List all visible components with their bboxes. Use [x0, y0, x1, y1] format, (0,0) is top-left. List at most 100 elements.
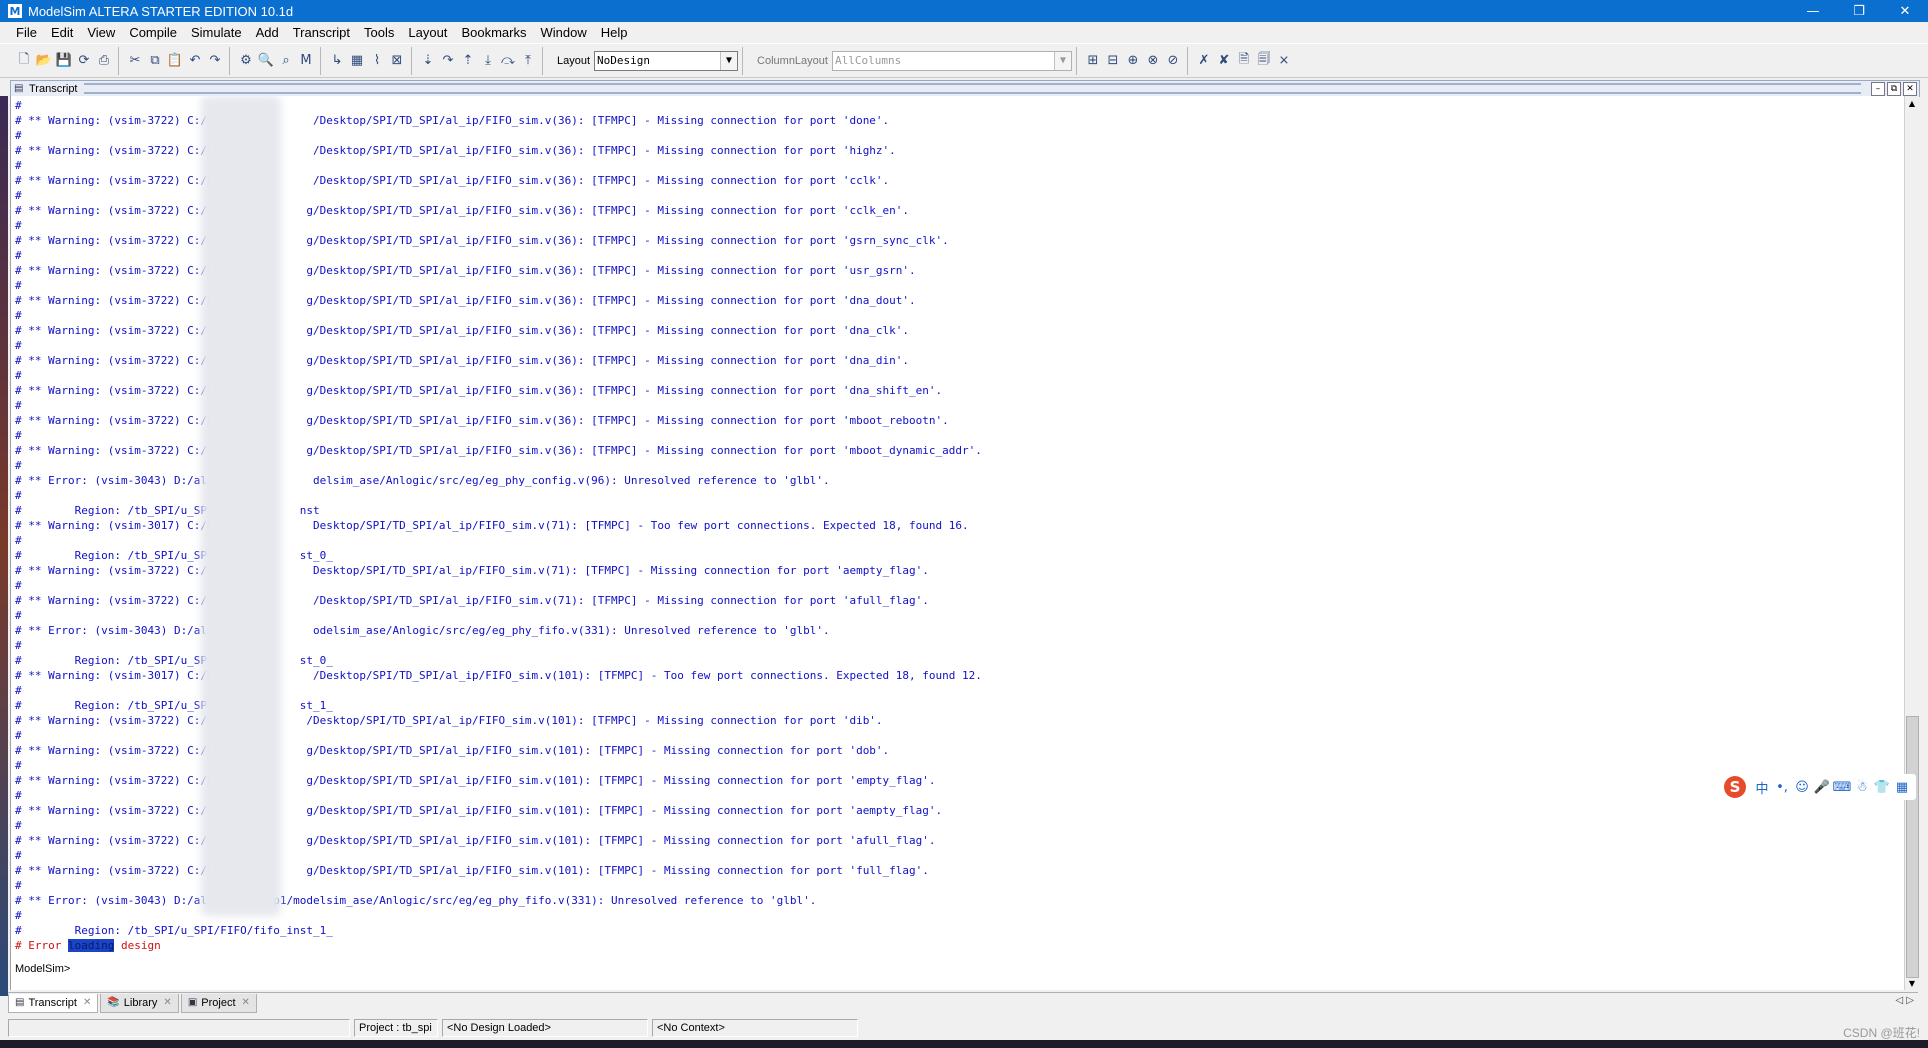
transcript-hash-line: #	[15, 534, 22, 547]
add-list-icon[interactable]: ⊟	[1103, 50, 1123, 72]
step-icon[interactable]: ↳	[327, 50, 347, 72]
tab-library[interactable]: 📚 Library ✕	[100, 993, 179, 1013]
scroll-thumb[interactable]	[1906, 716, 1919, 978]
transcript-hash-line: #	[15, 489, 22, 502]
modelsim-window: M ModelSim ALTERA STARTER EDITION 10.1d …	[0, 0, 1928, 1040]
transcript-message-line: # ** Warning: (vsim-3722) C:/Users/ g/De…	[15, 804, 943, 817]
new-file-icon[interactable]: 🗋	[14, 50, 34, 72]
selected-text[interactable]: loading	[67, 939, 115, 952]
transcript-message-line: # ** Warning: (vsim-3722) C:/Users/h g/D…	[15, 744, 890, 757]
transcript-message-line: # ** Warning: (vsim-3722) C:/Users/ /Des…	[15, 144, 896, 157]
grid-menu-icon[interactable]: ▦	[1892, 780, 1912, 795]
modelsim-app-icon: M	[8, 4, 22, 18]
clear-bookmarks-icon[interactable]: ✗	[1194, 50, 1214, 72]
panel-undock-icon[interactable]: ⧉	[1887, 81, 1901, 96]
panel-minimize-icon[interactable]: –	[1871, 81, 1885, 96]
skin-shirt-icon[interactable]: 👕	[1872, 780, 1892, 795]
step-out-alt-icon[interactable]: ⤒	[518, 50, 538, 72]
layout-label: Layout	[557, 54, 591, 67]
menu-window[interactable]: Window	[533, 25, 593, 40]
tab-scroll-arrows-icon[interactable]: ◁ ▷	[1895, 995, 1914, 1006]
close-icon[interactable]: ✕	[242, 997, 250, 1008]
panel-close-icon[interactable]: ✕	[1903, 81, 1917, 96]
status-project: Project : tb_spi	[354, 1019, 438, 1037]
transcript-hash-line: #	[15, 219, 22, 232]
close-icon[interactable]: ✕	[83, 997, 91, 1008]
step-over-icon[interactable]: ↷	[438, 50, 458, 72]
find-next-icon[interactable]: ⌕	[276, 50, 296, 72]
close-icon[interactable]: ✕	[1882, 0, 1928, 22]
transcript-output[interactable]: # # ** Warning: (vsim-3722) C:/Users/ /De…	[10, 96, 1905, 990]
column-layout-select[interactable]: AllColumns ▼	[831, 50, 1072, 71]
redacted-username-region	[201, 96, 281, 916]
transcript-vertical-scrollbar[interactable]: ▲ ▼	[1904, 96, 1919, 990]
add-dataflow-icon[interactable]: ⊕	[1123, 50, 1143, 72]
print-icon[interactable]: ⎙	[94, 50, 114, 72]
step-over-alt-icon[interactable]: ⤼	[498, 50, 518, 72]
menu-compile[interactable]: Compile	[122, 25, 184, 40]
step-into-icon[interactable]: ⇣	[418, 50, 438, 72]
chevron-down-icon[interactable]: ▼	[1053, 51, 1071, 70]
user-icon[interactable]: ☃	[1852, 780, 1872, 795]
menu-edit[interactable]: Edit	[44, 25, 80, 40]
chevron-down-icon[interactable]: ▼	[720, 51, 738, 70]
menu-transcript[interactable]: Transcript	[286, 25, 357, 40]
window-controls: — ❐ ✕	[1790, 0, 1928, 22]
scroll-down-icon[interactable]: ▼	[1905, 976, 1919, 990]
reload-icon[interactable]: ⟳	[74, 50, 94, 72]
menu-add[interactable]: Add	[249, 25, 286, 40]
step-out-icon[interactable]: ⇡	[458, 50, 478, 72]
break-icon[interactable]: ⊠	[387, 50, 407, 72]
transcript-hash-line: #	[15, 399, 22, 412]
menu-file[interactable]: File	[0, 25, 44, 40]
menu-bookmarks[interactable]: Bookmarks	[454, 25, 533, 40]
modelsim-prompt[interactable]: ModelSim>	[15, 962, 70, 977]
sogou-logo-icon[interactable]: S	[1724, 776, 1746, 798]
menu-view[interactable]: View	[80, 25, 122, 40]
menu-tools[interactable]: Tools	[357, 25, 401, 40]
status-bar: Project : tb_spi <No Design Loaded> <No …	[8, 1018, 1918, 1038]
title-bar: M ModelSim ALTERA STARTER EDITION 10.1d …	[0, 0, 1928, 22]
background-edge	[0, 96, 8, 996]
compile-gear-icon[interactable]: ⚙	[236, 50, 256, 72]
close-icon[interactable]: ✕	[163, 997, 171, 1008]
panel-drag-grip[interactable]	[83, 83, 1861, 94]
minimize-icon[interactable]: —	[1790, 0, 1836, 22]
menu-simulate[interactable]: Simulate	[184, 25, 249, 40]
undo-icon[interactable]: ↶	[185, 50, 205, 72]
menu-help[interactable]: Help	[594, 25, 635, 40]
break-clear-icon[interactable]: ⨯	[1274, 50, 1294, 72]
add-memory-icon[interactable]: ⊘	[1163, 50, 1183, 72]
redo-icon[interactable]: ↷	[205, 50, 225, 72]
ime-chinese-mode[interactable]: 中	[1752, 778, 1772, 797]
paste-icon[interactable]: 📋	[165, 50, 185, 72]
layout-select[interactable]: NoDesign ▼	[594, 50, 739, 71]
save-icon[interactable]: 💾	[54, 50, 74, 72]
memory-icon[interactable]: ▦	[347, 50, 367, 72]
document-icon[interactable]: 🗎	[1234, 50, 1254, 72]
modelsim-m-icon[interactable]: M	[296, 50, 316, 72]
tab-project[interactable]: ▣ Project ✕	[180, 993, 257, 1013]
add-log-icon[interactable]: ⊗	[1143, 50, 1163, 72]
taskbar-strip	[0, 1040, 1928, 1048]
find-binoculars-icon[interactable]: 🔍	[256, 50, 276, 72]
copy-icon[interactable]: ⧉	[145, 50, 165, 72]
document-edit-icon[interactable]: 🗐	[1254, 50, 1274, 72]
menu-layout[interactable]: Layout	[401, 25, 454, 40]
panel-buttons: – ⧉ ✕	[1871, 81, 1919, 96]
scroll-up-icon[interactable]: ▲	[1905, 96, 1919, 110]
ime-punctuation[interactable]: •,	[1772, 780, 1792, 795]
delete-bookmark-icon[interactable]: ✘	[1214, 50, 1234, 72]
transcript-hash-line: #	[15, 879, 22, 892]
add-wave-icon[interactable]: ⊞	[1083, 50, 1103, 72]
open-folder-icon[interactable]: 📂	[34, 50, 54, 72]
wave-icon[interactable]: ⌇	[367, 50, 387, 72]
microphone-icon[interactable]: 🎤	[1812, 780, 1832, 795]
keyboard-icon[interactable]: ⌨	[1832, 780, 1852, 795]
tab-transcript[interactable]: ▤ Transcript ✕	[8, 993, 99, 1013]
restore-icon[interactable]: ❐	[1836, 0, 1882, 22]
step-into-alt-icon[interactable]: ⤓	[478, 50, 498, 72]
transcript-message-line: # ** Warning: (vsim-3722) C:/Users g/Des…	[15, 834, 936, 847]
cut-icon[interactable]: ✂	[125, 50, 145, 72]
emoji-icon[interactable]: ☺	[1792, 780, 1812, 795]
